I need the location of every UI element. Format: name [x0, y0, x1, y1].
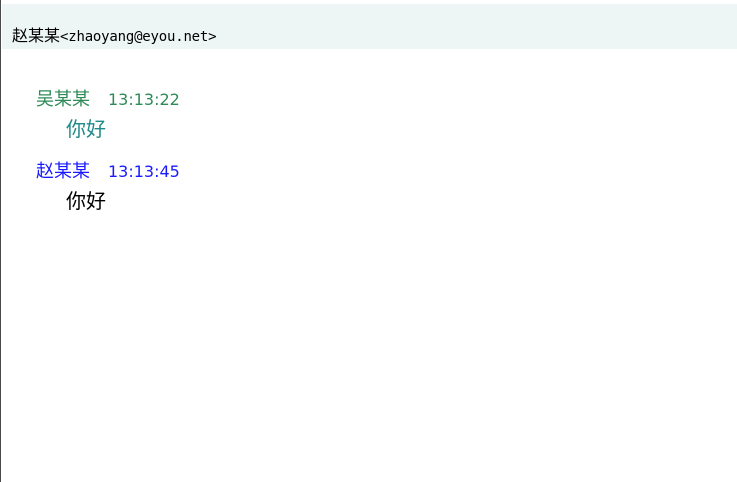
- contact-title: 赵某某<zhaoyang@eyou.net>: [12, 26, 217, 47]
- message-text: 你好: [66, 117, 106, 141]
- message-sender: 吴某某: [36, 89, 90, 110]
- message-time: 13:13:45: [108, 162, 180, 181]
- chat-window: 赵某某<zhaoyang@eyou.net> 吴某某 13:13:22 你好 赵某…: [0, 0, 737, 482]
- message-sender: 赵某某: [36, 161, 90, 182]
- chat-header-bar: 赵某某<zhaoyang@eyou.net>: [2, 4, 737, 49]
- contact-email: <zhaoyang@eyou.net>: [60, 29, 217, 45]
- message-header: 赵某某 13:13:45: [36, 161, 180, 183]
- chat-message-area[interactable]: 吴某某 13:13:22 你好 赵某某 13:13:45 你好: [1, 49, 737, 482]
- message-header: 吴某某 13:13:22: [36, 89, 180, 111]
- message-text: 你好: [66, 189, 106, 213]
- message-time: 13:13:22: [108, 90, 180, 109]
- contact-name: 赵某某: [12, 26, 61, 45]
